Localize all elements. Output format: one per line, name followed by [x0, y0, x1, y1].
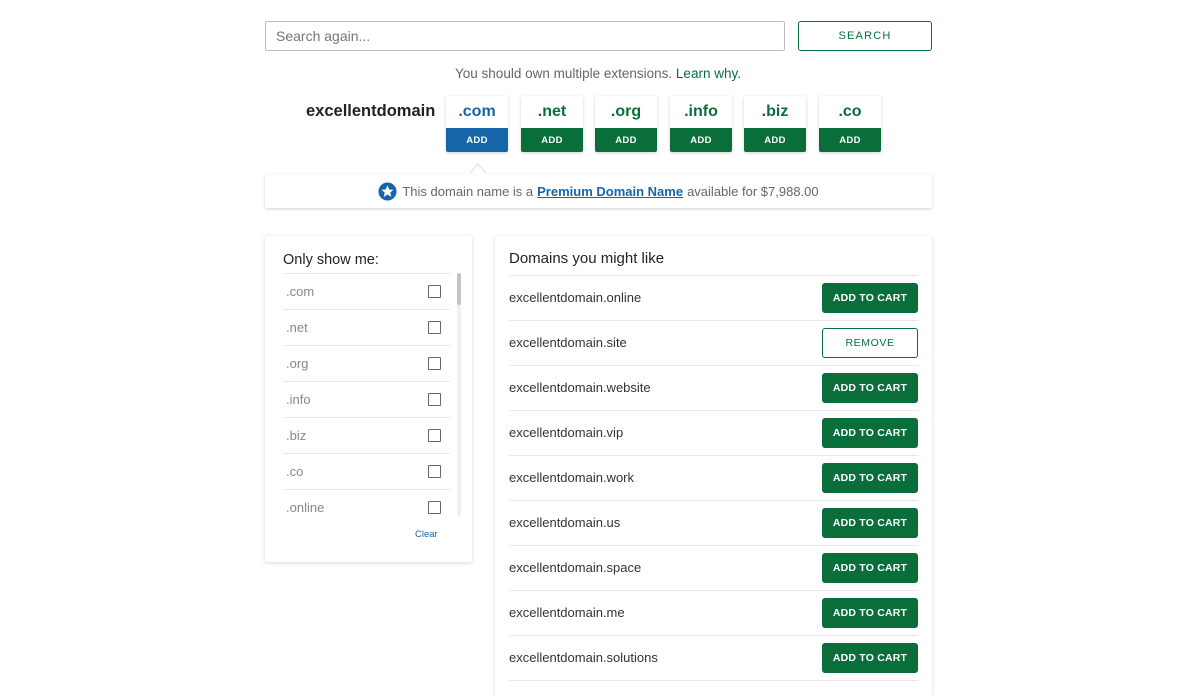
extension-card-co: .co ADD	[819, 96, 881, 152]
search-button[interactable]: SEARCH	[798, 21, 932, 51]
filter-scrollbar-thumb[interactable]	[457, 273, 461, 305]
suggestion-domain: excellentdomain.space	[509, 560, 642, 575]
filter-checkbox[interactable]	[428, 429, 441, 442]
premium-text-before: This domain name is a	[402, 183, 534, 199]
extension-label: .co	[838, 103, 862, 120]
suggestion-domain: excellentdomain.online	[509, 290, 642, 305]
suggestion-row: excellentdomain.us ADD TO CART	[509, 501, 918, 546]
add-extension-button[interactable]: ADD	[521, 128, 583, 152]
filter-checkbox[interactable]	[428, 357, 441, 370]
extension-card-info: .info ADD	[670, 96, 732, 152]
premium-price-text: available for $7,988.00	[687, 183, 819, 199]
filter-list: .com .net .org .info .biz .co .online	[283, 273, 450, 525]
learn-why-link[interactable]: Learn why.	[676, 66, 741, 81]
extension-label: .biz	[761, 103, 789, 120]
callout-pointer-fill	[470, 165, 486, 174]
filter-scrollbar-track[interactable]	[457, 273, 461, 516]
filter-item-info[interactable]: .info	[283, 382, 450, 418]
filter-checkbox[interactable]	[428, 465, 441, 478]
suggestion-row: excellentdomain.me ADD TO CART	[509, 591, 918, 636]
filter-checkbox[interactable]	[428, 321, 441, 334]
filter-checkbox[interactable]	[428, 285, 441, 298]
filter-item-net[interactable]: .net	[283, 310, 450, 346]
add-extension-button[interactable]: ADD	[670, 128, 732, 152]
suggestions-title: Domains you might like	[509, 250, 665, 267]
filter-item-org[interactable]: .org	[283, 346, 450, 382]
add-to-cart-button[interactable]: ADD TO CART	[822, 418, 918, 448]
extension-label: .org	[610, 103, 642, 120]
add-to-cart-button[interactable]: ADD TO CART	[822, 463, 918, 493]
filter-panel: Only show me: .com .net .org .info .biz …	[265, 236, 472, 562]
filter-checkbox[interactable]	[428, 501, 441, 514]
suggestion-row: excellentdomain.space ADD TO CART	[509, 546, 918, 591]
filter-title: Only show me:	[283, 252, 379, 268]
clear-filters-link[interactable]: Clear	[415, 529, 438, 540]
add-extension-button[interactable]: ADD	[446, 128, 508, 152]
add-to-cart-button[interactable]: ADD TO CART	[822, 373, 918, 403]
add-to-cart-button[interactable]: ADD TO CART	[822, 643, 918, 673]
remove-from-cart-button[interactable]: REMOVE	[822, 328, 918, 358]
extension-label: .net	[537, 103, 567, 120]
filter-label: .biz	[286, 428, 307, 443]
suggestion-domain: excellentdomain.site	[509, 335, 627, 350]
extension-card-org: .org ADD	[595, 96, 657, 152]
tagline: You should own multiple extensions. Lear…	[0, 66, 1196, 81]
filter-label: .net	[286, 320, 308, 335]
extension-label: .com	[458, 103, 496, 120]
search-input[interactable]	[265, 21, 785, 51]
suggestion-row: excellentdomain.website ADD TO CART	[509, 366, 918, 411]
filter-item-com[interactable]: .com	[283, 274, 450, 310]
add-to-cart-button[interactable]: ADD TO CART	[822, 553, 918, 583]
suggestion-row: excellentdomain.solutions ADD TO CART	[509, 636, 918, 681]
premium-domain-link[interactable]: Premium Domain Name	[537, 184, 683, 199]
suggestion-row: excellentdomain.site REMOVE	[509, 321, 918, 366]
filter-item-co[interactable]: .co	[283, 454, 450, 490]
suggestion-domain: excellentdomain.work	[509, 470, 635, 485]
add-to-cart-button[interactable]: ADD TO CART	[822, 508, 918, 538]
extension-card-net: .net ADD	[521, 96, 583, 152]
add-extension-button[interactable]: ADD	[744, 128, 806, 152]
suggestions-list: excellentdomain.online ADD TO CART excel…	[509, 275, 918, 681]
tagline-text: You should own multiple extensions.	[455, 66, 673, 81]
add-extension-button[interactable]: ADD	[819, 128, 881, 152]
add-extension-button[interactable]: ADD	[595, 128, 657, 152]
filter-checkbox[interactable]	[428, 393, 441, 406]
suggestion-domain: excellentdomain.me	[509, 605, 625, 620]
filter-item-biz[interactable]: .biz	[283, 418, 450, 454]
suggestion-row: excellentdomain.work ADD TO CART	[509, 456, 918, 501]
suggestion-row: excellentdomain.online ADD TO CART	[509, 276, 918, 321]
extension-card-biz: .biz ADD	[744, 96, 806, 152]
extension-label: .info	[684, 103, 718, 120]
filter-label: .online	[286, 500, 325, 515]
suggestion-domain: excellentdomain.us	[509, 515, 621, 530]
premium-domain-notice: This domain name is a Premium Domain Nam…	[265, 174, 932, 208]
star-badge-icon	[378, 181, 397, 201]
filter-item-online[interactable]: .online	[283, 490, 450, 525]
suggestion-domain: excellentdomain.solutions	[509, 650, 658, 665]
extension-card-com: .com ADD	[446, 96, 508, 152]
filter-label: .info	[286, 392, 311, 407]
add-to-cart-button[interactable]: ADD TO CART	[822, 283, 918, 313]
suggestion-domain: excellentdomain.website	[509, 380, 651, 395]
filter-label: .com	[286, 284, 315, 299]
filter-label: .org	[286, 356, 309, 371]
suggestion-row: excellentdomain.vip ADD TO CART	[509, 411, 918, 456]
filter-label: .co	[286, 464, 304, 479]
searched-domain-name: excellentdomain	[306, 102, 436, 120]
add-to-cart-button[interactable]: ADD TO CART	[822, 598, 918, 628]
suggestions-panel: Domains you might like excellentdomain.o…	[495, 236, 932, 696]
suggestion-domain: excellentdomain.vip	[509, 425, 624, 440]
